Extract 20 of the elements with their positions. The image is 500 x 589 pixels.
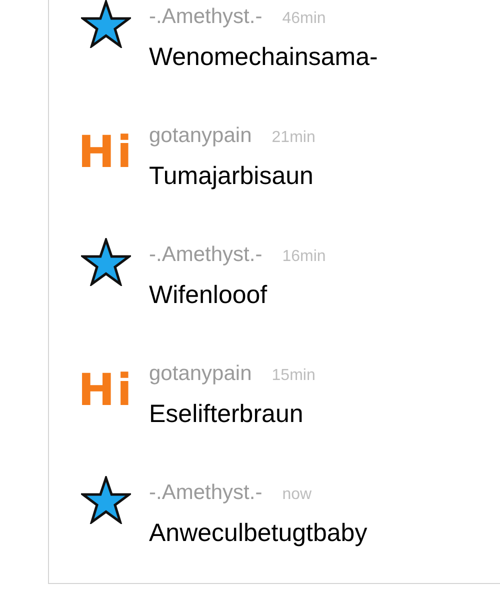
- username: -.Amethyst.-: [149, 243, 262, 267]
- star-icon: [81, 238, 131, 286]
- message-text: Tumajarbisaun: [149, 162, 314, 191]
- timestamp: 16min: [282, 248, 326, 266]
- timestamp: 46min: [282, 10, 326, 28]
- message-text: Eselifterbraun: [149, 400, 304, 429]
- username: -.Amethyst.-: [149, 5, 262, 29]
- star-icon: [81, 476, 131, 524]
- username: gotanypain: [149, 362, 252, 386]
- timestamp: 15min: [272, 367, 316, 385]
- message-text: Anweculbetugtbaby: [149, 519, 368, 548]
- username: gotanypain: [149, 124, 252, 148]
- timestamp: now: [282, 486, 312, 504]
- star-icon: [81, 0, 131, 48]
- message-text: Wifenlooof: [149, 281, 268, 310]
- avatar-logo: Hi: [78, 369, 134, 413]
- timestamp: 21min: [272, 129, 316, 147]
- avatar-logo: Hi: [78, 131, 134, 175]
- username: -.Amethyst.-: [149, 481, 262, 505]
- message-text: Wenomechainsama-: [149, 43, 378, 72]
